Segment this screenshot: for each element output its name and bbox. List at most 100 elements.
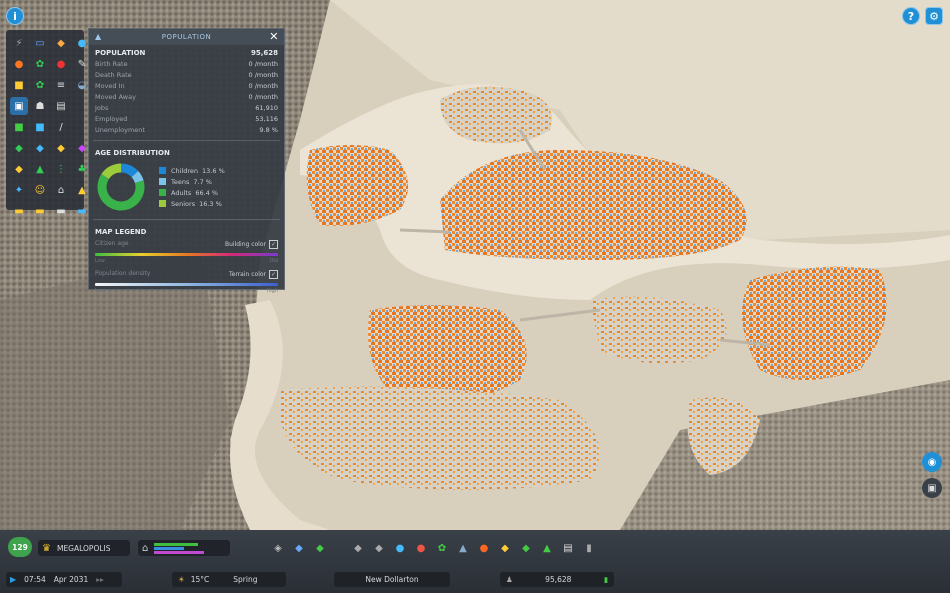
population-density-scale: Low High — [95, 288, 278, 294]
age-slice-seniors — [101, 163, 122, 180]
panel-title-bar[interactable]: ▲ POPULATION ✕ — [89, 29, 284, 45]
health-info-icon[interactable]: ● — [52, 55, 70, 73]
citizen-age-label: Citizen age — [95, 240, 129, 247]
city-name-box[interactable]: New Dollarton — [334, 572, 450, 587]
transport-tool-icon[interactable]: ◆ — [518, 540, 534, 556]
fire-tool-icon[interactable]: ● — [476, 540, 492, 556]
age-distribution: Children 13.6 % Teens 7.7 % Adults 66.4 % Seni… — [89, 159, 284, 215]
stat-value: 61,910 — [255, 104, 278, 112]
ground-info-icon[interactable]: ◆ — [31, 139, 49, 157]
stat-row: Moved In 0 /month — [89, 81, 284, 92]
population-count: 95,628 — [545, 575, 572, 584]
checkbox-icon[interactable]: ✓ — [269, 270, 278, 279]
smiley-info-icon[interactable]: ☺ — [31, 181, 49, 199]
fire-info-icon[interactable]: ● — [10, 55, 28, 73]
demand-box[interactable]: ⌂ — [138, 540, 230, 556]
close-icon[interactable]: ✕ — [269, 29, 279, 45]
areas-tool-icon[interactable]: ◆ — [312, 540, 328, 556]
legend-swatch — [159, 178, 166, 185]
snow-info-icon[interactable]: ▬ — [52, 202, 70, 220]
noise-info-icon[interactable]: ⋮ — [52, 160, 70, 178]
vehicle-info-icon[interactable]: ▬ — [31, 202, 49, 220]
stat-value: 0 /month — [248, 93, 279, 101]
age-donut-chart — [97, 163, 145, 211]
game-time: 07:54 — [24, 575, 46, 584]
stat-row: Jobs 61,910 — [89, 103, 284, 114]
land-value-info-icon[interactable]: ▲ — [31, 160, 49, 178]
population-stats: Birth Rate 0 /month Death Rate 0 /month Move… — [89, 59, 284, 136]
happiness-info-icon[interactable]: ☗ — [31, 97, 49, 115]
help-icon[interactable]: ? — [902, 7, 920, 25]
legend-swatch — [159, 200, 166, 207]
speed-button[interactable]: ▸▸ — [96, 575, 104, 584]
compass-icon[interactable]: ◉ — [922, 452, 942, 472]
leisure-info-icon[interactable]: ✿ — [31, 76, 49, 94]
heating-info-icon[interactable]: ✦ — [10, 181, 28, 199]
traffic-info-icon[interactable]: ◆ — [10, 160, 28, 178]
parks-tool-icon[interactable]: ▲ — [539, 540, 555, 556]
garbage-tool-icon[interactable]: ✿ — [434, 540, 450, 556]
age-legend-item: Adults 66.4 % — [159, 187, 225, 198]
xp-level-badge[interactable]: 129 — [8, 537, 32, 557]
legend-swatch — [159, 189, 166, 196]
parks-info-icon[interactable]: ◆ — [10, 139, 28, 157]
stat-row: Moved Away 0 /month — [89, 92, 284, 103]
population-value: 95,628 — [250, 49, 278, 57]
districts-info-icon[interactable]: ■ — [31, 118, 49, 136]
info-views-toolbar: ⚡ ▭ ◆ ● ● ✿ ● ✎ ■ ✿ ≡ ◒ ▣ ☗ ▤ ■ ■ / ◆ ◆ … — [6, 30, 87, 217]
time-controls: ▶ 07:54 Apr 2031 ▸▸ — [6, 572, 122, 587]
power-info-icon[interactable]: ⚡ — [10, 34, 28, 52]
map-controls: ◉ ▣ — [922, 452, 942, 504]
terrain-color-toggle[interactable]: Terrain color ✓ — [229, 270, 278, 279]
road-maint-info-icon[interactable]: ▬ — [10, 202, 28, 220]
residential-info-icon[interactable]: ⌂ — [52, 181, 70, 199]
divider — [93, 219, 280, 220]
citizen-age-scale: Low Old — [95, 258, 278, 264]
city-name: New Dollarton — [365, 575, 419, 584]
stat-label: Jobs — [95, 104, 109, 112]
age-distribution-header: AGE DISTRIBUTION — [95, 149, 170, 157]
camera-icon[interactable]: ▣ — [922, 478, 942, 498]
zoning-tool-icon[interactable]: ◆ — [291, 540, 307, 556]
sun-icon: ☀ — [178, 575, 185, 584]
water-tool-icon[interactable]: ● — [392, 540, 408, 556]
play-button[interactable]: ▶ — [10, 575, 16, 584]
pipes-tool-icon[interactable]: ◆ — [371, 540, 387, 556]
health-tool-icon[interactable]: ● — [413, 540, 429, 556]
milestone-box[interactable]: ♛ MEGALOPOLIS — [38, 540, 130, 556]
age-slice-teens — [131, 170, 144, 184]
education-info-icon[interactable]: ≡ — [52, 76, 70, 94]
population-box[interactable]: ♟ 95,628 ▮ — [500, 572, 614, 587]
population-info-panel: ▲ POPULATION ✕ POPULATION 95,628 Birth R… — [88, 28, 285, 294]
nature-info-icon[interactable]: ✿ — [31, 55, 49, 73]
trophy-icon: ♛ — [42, 542, 51, 554]
stat-value: 9.8 % — [259, 126, 278, 134]
industry-info-icon[interactable]: ◆ — [52, 139, 70, 157]
zones-info-icon[interactable]: ■ — [10, 118, 28, 136]
landscaping-tool-icon[interactable]: ▮ — [581, 540, 597, 556]
season: Spring — [233, 575, 258, 584]
settings-gear-icon[interactable]: ⚙ — [925, 7, 943, 25]
building-color-toggle[interactable]: Building color ✓ — [225, 240, 278, 249]
electricity-tool-icon[interactable]: ◆ — [350, 540, 366, 556]
population-density-legend: Population density Terrain color ✓ — [89, 268, 284, 281]
wind-info-icon[interactable]: / — [52, 118, 70, 136]
stat-label: Birth Rate — [95, 60, 128, 68]
police-tool-icon[interactable]: ◆ — [497, 540, 513, 556]
age-legend-item: Teens 7.7 % — [159, 176, 225, 187]
checkbox-icon[interactable]: ✓ — [269, 240, 278, 249]
stat-row: Death Rate 0 /month — [89, 70, 284, 81]
roads-info-icon[interactable]: ▭ — [31, 34, 49, 52]
communications-tool-icon[interactable]: ▤ — [560, 540, 576, 556]
water-info-icon[interactable]: ◆ — [52, 34, 70, 52]
police-info-icon[interactable]: ■ — [10, 76, 28, 94]
population-header: POPULATION 95,628 — [89, 45, 284, 59]
education-tool-icon[interactable]: ▲ — [455, 540, 471, 556]
age-slice-children — [120, 163, 139, 178]
population-info-icon[interactable]: ▣ — [10, 97, 28, 115]
info-icon[interactable]: i — [6, 7, 24, 25]
chat-info-icon[interactable]: ▤ — [52, 97, 70, 115]
roads-tool-icon[interactable]: ◈ — [270, 540, 286, 556]
weather-box[interactable]: ☀ 15°C Spring — [172, 572, 286, 587]
stat-label: Moved Away — [95, 93, 136, 101]
